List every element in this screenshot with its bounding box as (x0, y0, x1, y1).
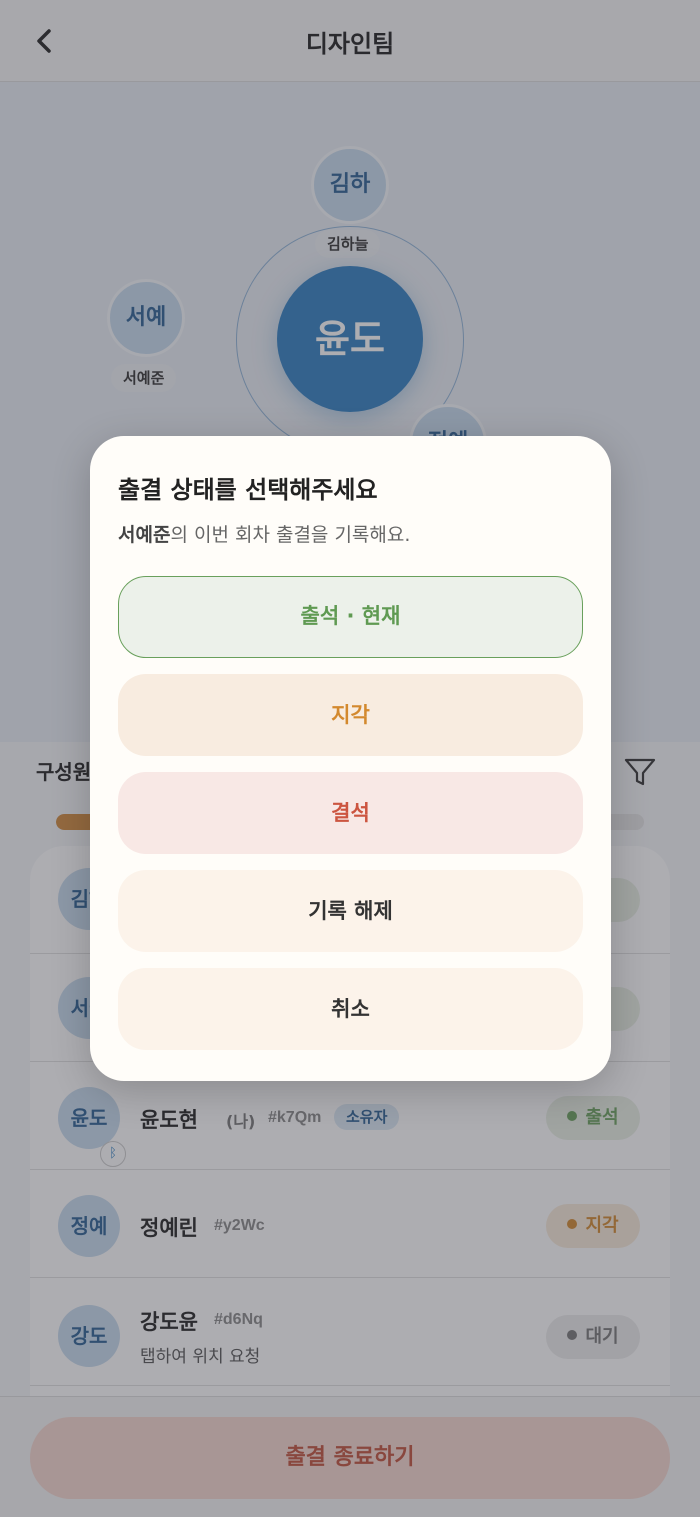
absent-option-button[interactable]: 결석 (118, 772, 583, 854)
late-option-button[interactable]: 지각 (118, 674, 583, 756)
dialog-description: 서예준의 이번 회차 출결을 기록해요. (118, 520, 410, 547)
clear-record-button[interactable]: 기록 해제 (118, 870, 583, 952)
description-text: 의 이번 회차 출결을 기록해요. (170, 524, 411, 546)
present-option-button[interactable]: 출석 · 현재 (118, 576, 583, 658)
cancel-button[interactable]: 취소 (118, 968, 583, 1050)
attendance-status-dialog: 출결 상태를 선택해주세요 서예준의 이번 회차 출결을 기록해요. 출석 · … (90, 436, 611, 1081)
dialog-title: 출결 상태를 선택해주세요 (118, 476, 378, 504)
member-name: 서예준 (118, 524, 171, 546)
